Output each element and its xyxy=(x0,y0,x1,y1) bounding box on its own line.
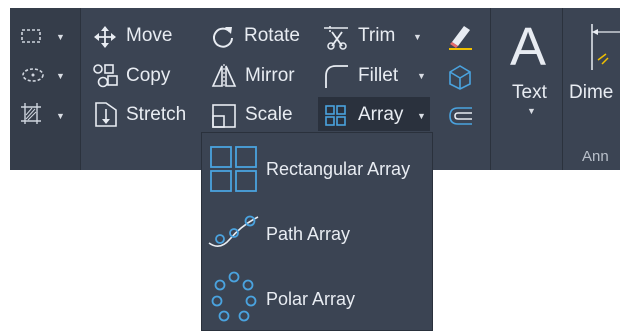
polar-array-icon xyxy=(211,271,257,322)
panel-divider xyxy=(490,8,491,170)
erase-button[interactable] xyxy=(446,22,474,50)
copy-button[interactable]: Copy xyxy=(126,65,170,87)
path-array-item[interactable]: Path Array xyxy=(202,203,434,263)
offset-button[interactable] xyxy=(446,102,474,130)
annotation-panel-label: Ann xyxy=(582,148,609,165)
fillet-button[interactable]: Fillet xyxy=(358,65,398,87)
explode-button[interactable] xyxy=(446,62,474,90)
rectangular-array-label: Rectangular Array xyxy=(266,159,411,179)
array-icon xyxy=(324,104,348,128)
stretch-button[interactable]: Stretch xyxy=(126,104,186,126)
hatch-dropdown-caret[interactable]: ▼ xyxy=(56,111,65,121)
copy-icon xyxy=(91,62,121,90)
panel-divider xyxy=(562,8,563,170)
trim-dropdown-caret[interactable]: ▼ xyxy=(413,32,422,42)
trim-button[interactable]: Trim xyxy=(358,25,395,47)
scale-button[interactable]: Scale xyxy=(245,104,293,126)
mirror-icon xyxy=(210,63,238,89)
text-dropdown-caret[interactable]: ▼ xyxy=(527,106,536,116)
ellipse-tool-button[interactable] xyxy=(20,66,46,84)
mirror-button[interactable]: Mirror xyxy=(245,65,295,87)
array-dropdown-caret[interactable]: ▼ xyxy=(417,111,426,121)
rectangular-array-item[interactable]: Rectangular Array xyxy=(202,138,434,198)
text-button[interactable]: Text xyxy=(512,82,547,104)
path-array-icon xyxy=(208,215,259,247)
fillet-dropdown-caret[interactable]: ▼ xyxy=(417,71,426,81)
text-tool-icon: A xyxy=(510,17,547,77)
array-dropdown-menu: Rectangular Array Path Array Polar Array xyxy=(201,132,433,331)
explode-icon xyxy=(449,65,471,90)
polar-array-item[interactable]: Polar Array xyxy=(202,268,434,328)
move-button[interactable]: Move xyxy=(126,25,172,47)
ellipse-icon xyxy=(22,68,44,82)
rotate-icon xyxy=(210,24,236,50)
rectangle-icon xyxy=(21,29,41,43)
hatch-tool-button[interactable] xyxy=(18,101,44,125)
dimension-button[interactable]: Dime xyxy=(569,82,613,104)
array-button[interactable]: Array xyxy=(358,104,403,126)
rotate-button[interactable]: Rotate xyxy=(244,25,300,47)
polar-array-label: Polar Array xyxy=(266,289,356,309)
scale-icon xyxy=(211,103,237,129)
trim-icon xyxy=(322,24,350,50)
rectangle-tool-button[interactable] xyxy=(20,28,42,44)
hatch-icon xyxy=(21,103,41,124)
eraser-icon xyxy=(449,26,472,50)
rectangle-dropdown-caret[interactable]: ▼ xyxy=(56,32,65,42)
stretch-icon xyxy=(92,101,120,129)
path-array-label: Path Array xyxy=(266,224,351,244)
ellipse-dropdown-caret[interactable]: ▼ xyxy=(56,71,65,81)
dimension-icon xyxy=(586,20,620,74)
fillet-icon xyxy=(322,62,350,90)
rectangular-array-icon xyxy=(210,146,257,192)
offset-icon xyxy=(449,107,472,125)
panel-divider xyxy=(80,8,81,170)
move-icon xyxy=(92,25,118,49)
